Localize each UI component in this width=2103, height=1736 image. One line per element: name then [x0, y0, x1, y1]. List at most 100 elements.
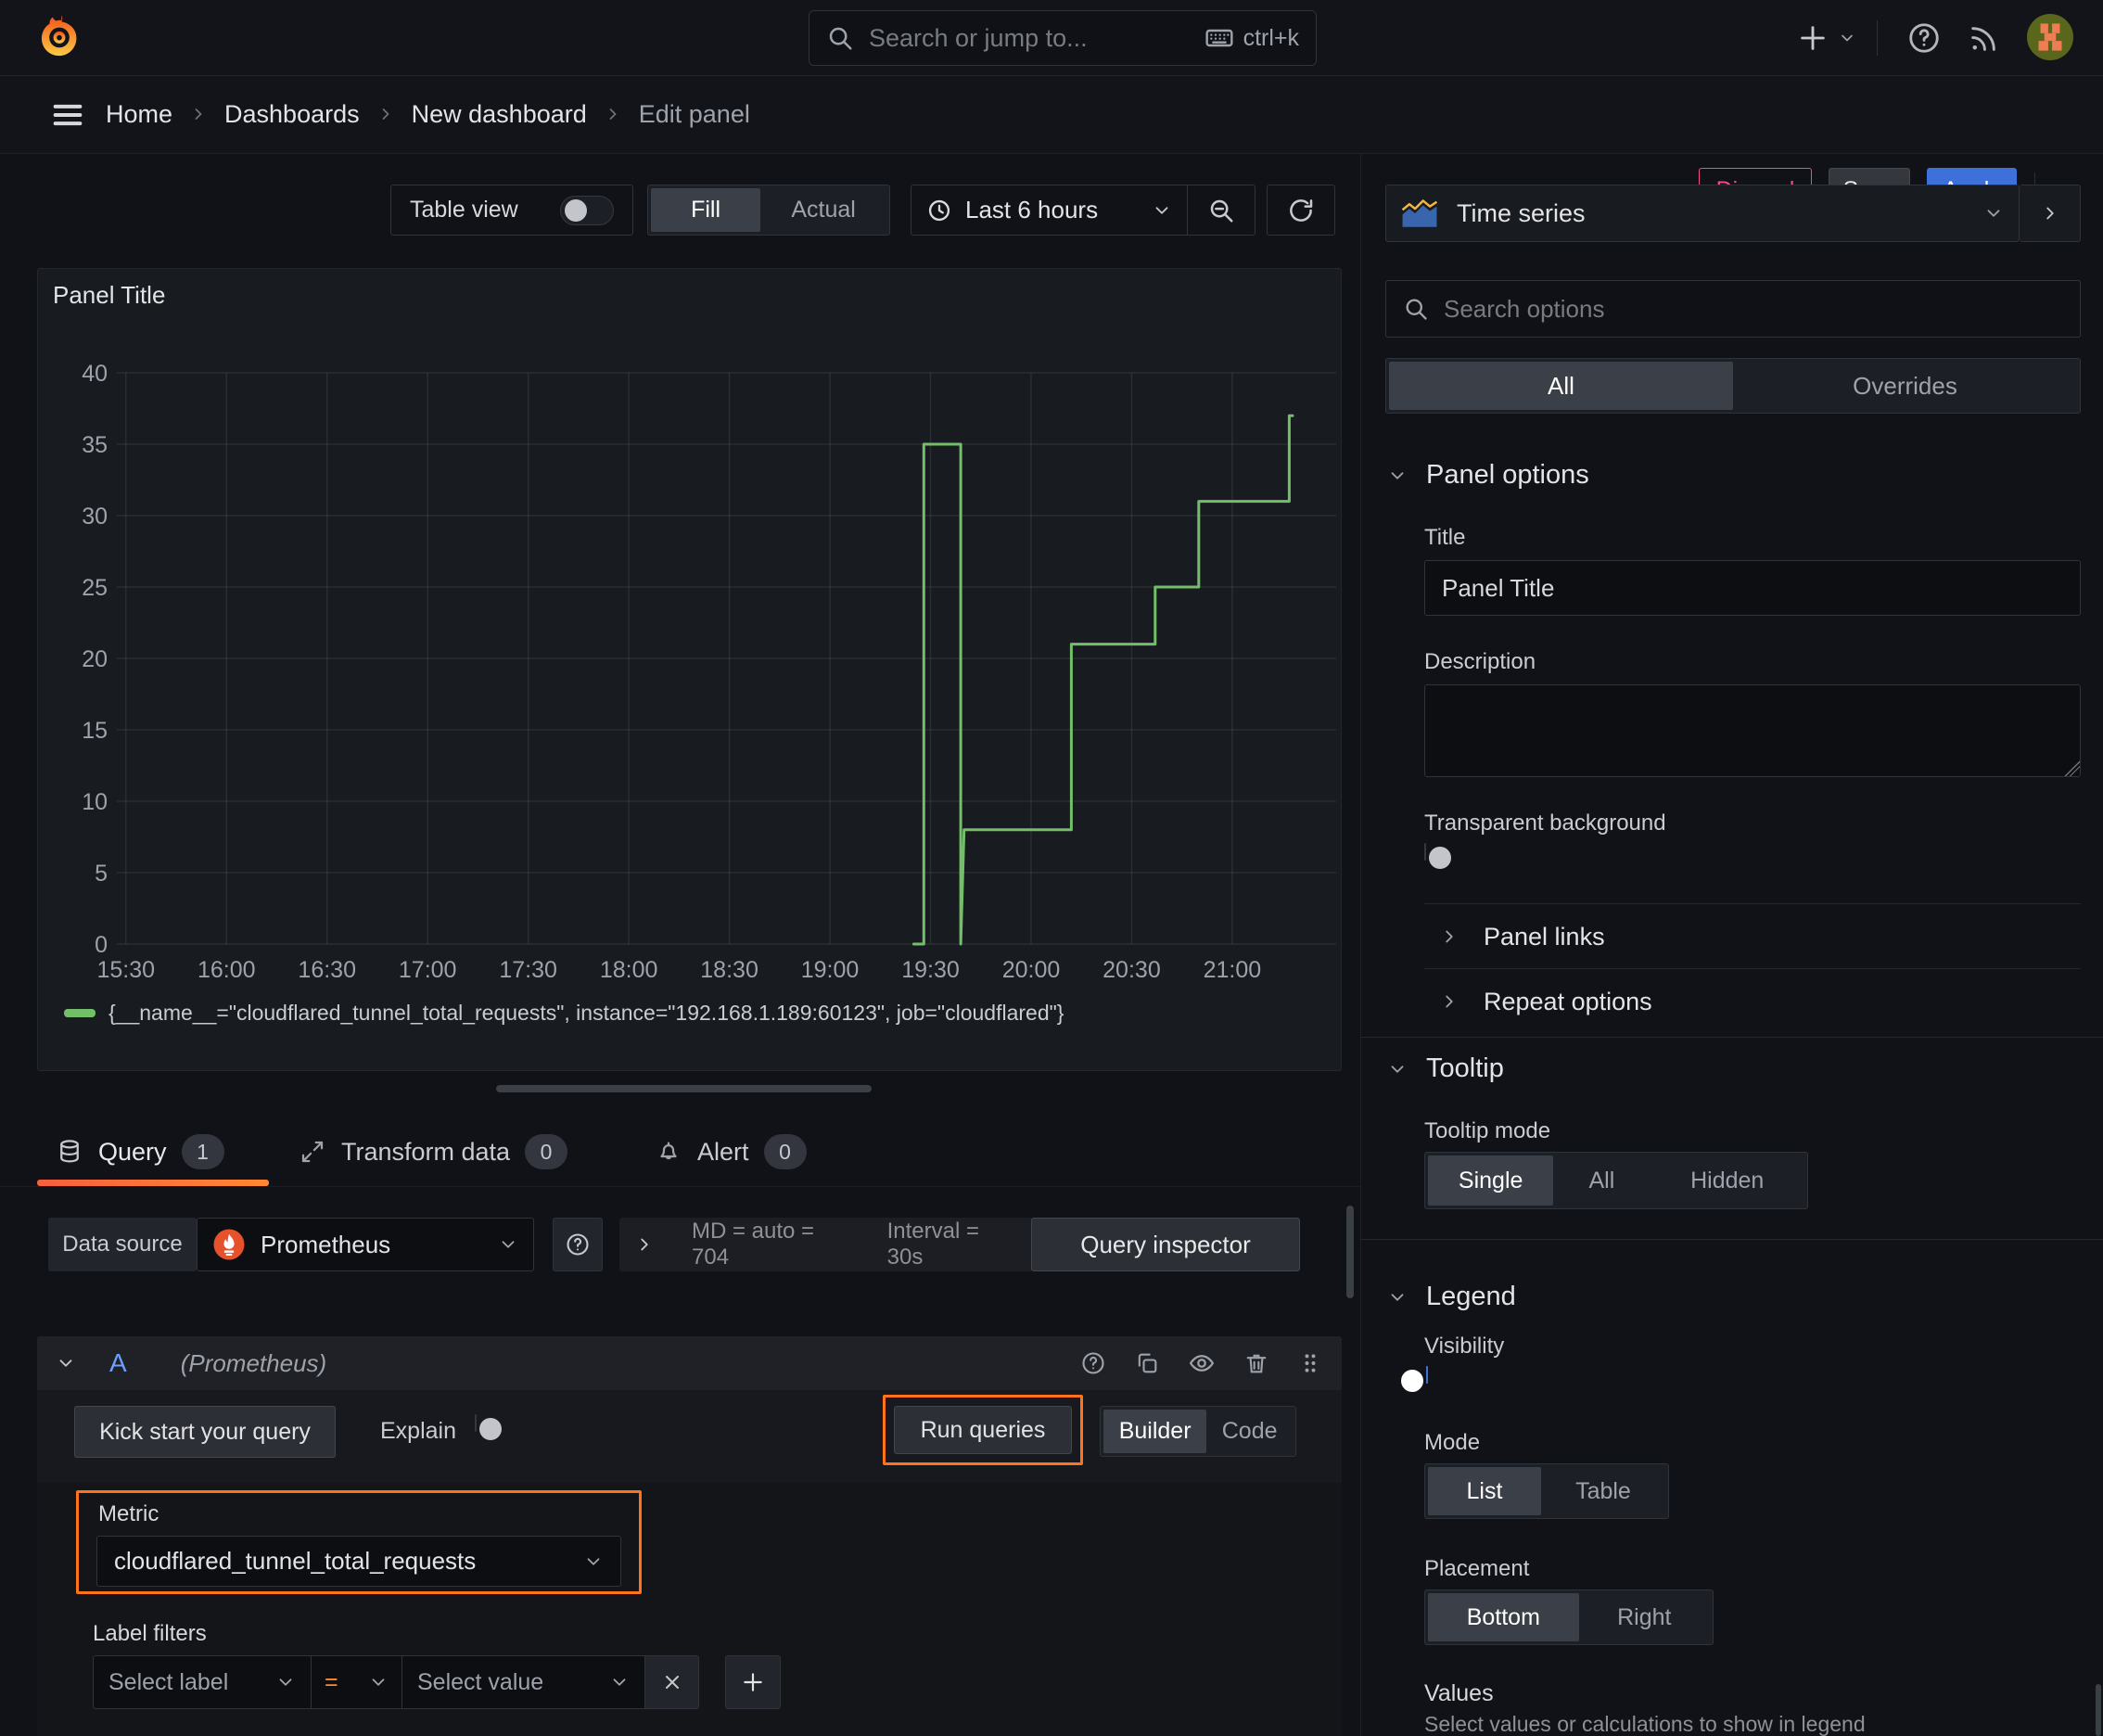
- time-series-chart[interactable]: 0 5 10 15 20 25 30 35 40 15:30 16:00 16:30 17:00 17:3…: [82, 358, 1336, 998]
- tab-overrides[interactable]: Overrides: [1733, 362, 2077, 410]
- legend-table-option[interactable]: Table: [1541, 1467, 1665, 1515]
- legend-placement-label: Placement: [1424, 1556, 1530, 1581]
- datasource-picker[interactable]: Prometheus: [197, 1218, 534, 1271]
- legend-list-option[interactable]: List: [1428, 1467, 1541, 1515]
- fill-tab[interactable]: Fill: [651, 188, 761, 232]
- options-search-input[interactable]: [1442, 293, 2063, 325]
- values-help-text: Select values or calculations to show in…: [1424, 1712, 1866, 1736]
- add-button[interactable]: [1797, 22, 1829, 54]
- vertical-scrollbar[interactable]: [1346, 1206, 1354, 1298]
- svg-text:30: 30: [82, 504, 108, 530]
- query-row-header[interactable]: A (Prometheus): [37, 1336, 1342, 1390]
- explain-toggle[interactable]: [475, 1414, 502, 1440]
- select-label-dropdown[interactable]: Select label: [93, 1655, 312, 1709]
- sidebar-scrollbar[interactable]: [2096, 1684, 2101, 1736]
- help-icon[interactable]: [1906, 20, 1942, 56]
- refresh-button[interactable]: [1267, 185, 1335, 236]
- chevron-down-icon: [1983, 203, 2004, 223]
- tab-transform[interactable]: Transform data 0: [299, 1124, 568, 1180]
- legend-header[interactable]: Legend: [1387, 1282, 1516, 1312]
- query-builder-area: Metric cloudflared_tunnel_total_requests…: [37, 1483, 1342, 1736]
- metric-select[interactable]: cloudflared_tunnel_total_requests: [96, 1536, 621, 1587]
- chevron-right-icon: [2040, 203, 2060, 223]
- tooltip-mode-label: Tooltip mode: [1424, 1118, 1551, 1143]
- breadcrumb-current: Edit panel: [638, 99, 750, 128]
- drag-handle-icon[interactable]: [1297, 1350, 1323, 1376]
- repeat-options-row[interactable]: Repeat options: [1439, 979, 1652, 1024]
- select-value-dropdown[interactable]: Select value: [402, 1655, 645, 1709]
- svg-text:20:00: 20:00: [1002, 957, 1061, 983]
- query-help-icon[interactable]: [1080, 1350, 1106, 1376]
- search-input[interactable]: [867, 22, 1204, 54]
- legend-item[interactable]: {__name__="cloudflared_tunnel_total_requ…: [64, 1001, 1064, 1026]
- table-view-label: Table view: [410, 197, 518, 223]
- description-field[interactable]: [1424, 684, 2081, 777]
- title-field[interactable]: [1424, 560, 2081, 616]
- duplicate-query-icon[interactable]: [1134, 1350, 1160, 1376]
- breadcrumb-separator-icon: [376, 105, 395, 123]
- global-search[interactable]: ctrl+k: [809, 10, 1317, 66]
- placement-right-option[interactable]: Right: [1579, 1593, 1710, 1641]
- svg-text:15:30: 15:30: [96, 957, 155, 983]
- panel-title[interactable]: Panel Title: [53, 281, 165, 310]
- grafana-logo[interactable]: [35, 13, 83, 61]
- page-header-bar: Home Dashboards New dashboard Edit panel…: [0, 76, 2103, 213]
- table-view-toggle[interactable]: [560, 195, 614, 225]
- tooltip-all-option[interactable]: All: [1553, 1155, 1650, 1206]
- options-search[interactable]: [1385, 280, 2081, 338]
- kick-start-button[interactable]: Kick start your query: [74, 1406, 336, 1458]
- tab-query[interactable]: Query 1: [56, 1124, 224, 1180]
- tab-all[interactable]: All: [1389, 362, 1733, 410]
- add-menu-chevron-icon[interactable]: [1838, 29, 1856, 47]
- menu-toggle-icon[interactable]: [48, 96, 87, 134]
- user-avatar[interactable]: [2027, 14, 2073, 60]
- svg-text:16:00: 16:00: [198, 957, 256, 983]
- breadcrumb-item[interactable]: Dashboards: [224, 100, 360, 129]
- run-queries-button[interactable]: Run queries: [894, 1406, 1072, 1454]
- transparent-background-toggle[interactable]: [1424, 843, 1451, 869]
- chevron-down-icon: [498, 1234, 518, 1255]
- svg-text:19:00: 19:00: [801, 957, 860, 983]
- svg-text:20:30: 20:30: [1102, 957, 1161, 983]
- breadcrumb-item[interactable]: New dashboard: [412, 100, 587, 129]
- chevron-down-icon: [609, 1672, 630, 1692]
- tooltip-single-option[interactable]: Single: [1428, 1155, 1554, 1206]
- code-tab[interactable]: Code: [1206, 1410, 1293, 1453]
- expand-options-icon: [634, 1234, 655, 1255]
- time-range-picker[interactable]: Last 6 hours: [911, 185, 1187, 235]
- delete-query-icon[interactable]: [1243, 1350, 1269, 1376]
- time-range-group: Last 6 hours: [911, 185, 1255, 236]
- legend-placement-switch: Bottom Right: [1424, 1589, 1714, 1645]
- svg-text:17:30: 17:30: [499, 957, 557, 983]
- visualization-picker[interactable]: Time series: [1385, 185, 2020, 242]
- tooltip-hidden-option[interactable]: Hidden: [1650, 1155, 1804, 1206]
- rss-icon[interactable]: [1968, 23, 1999, 55]
- zoom-out-button[interactable]: [1188, 185, 1255, 235]
- breadcrumb-separator-icon: [189, 105, 208, 123]
- search-icon: [1403, 296, 1429, 322]
- breadcrumb-item[interactable]: Home: [106, 100, 172, 129]
- tooltip-header[interactable]: Tooltip: [1387, 1053, 1504, 1084]
- tab-label: Transform data: [341, 1137, 511, 1166]
- horizontal-scrollbar[interactable]: [496, 1085, 872, 1092]
- panel-options-header[interactable]: Panel options: [1387, 460, 1589, 491]
- visibility-toggle[interactable]: [1401, 1366, 1428, 1392]
- time-range-label: Last 6 hours: [965, 196, 1099, 223]
- datasource-help-button[interactable]: [553, 1218, 603, 1271]
- add-filter-button[interactable]: [725, 1655, 781, 1709]
- query-inspector-button[interactable]: Query inspector: [1031, 1218, 1300, 1271]
- chevron-down-icon: [1152, 200, 1172, 221]
- expand-viz-options-button[interactable]: [2020, 185, 2081, 242]
- actual-tab[interactable]: Actual: [760, 188, 886, 232]
- hide-query-icon[interactable]: [1188, 1349, 1216, 1377]
- placement-bottom-option[interactable]: Bottom: [1428, 1593, 1579, 1641]
- operator-dropdown[interactable]: =: [312, 1655, 402, 1709]
- tab-alert[interactable]: Alert 0: [655, 1124, 807, 1180]
- panel-links-row[interactable]: Panel links: [1439, 914, 1605, 959]
- collapse-query-icon[interactable]: [56, 1353, 76, 1373]
- builder-tab[interactable]: Builder: [1103, 1410, 1207, 1453]
- remove-filter-button[interactable]: [645, 1655, 699, 1709]
- max-data-points-stat: MD = auto = 704: [692, 1219, 815, 1270]
- query-options-bar[interactable]: MD = auto = 704 Interval = 30s: [619, 1218, 1033, 1271]
- query-datasource-hint: (Prometheus): [180, 1348, 327, 1377]
